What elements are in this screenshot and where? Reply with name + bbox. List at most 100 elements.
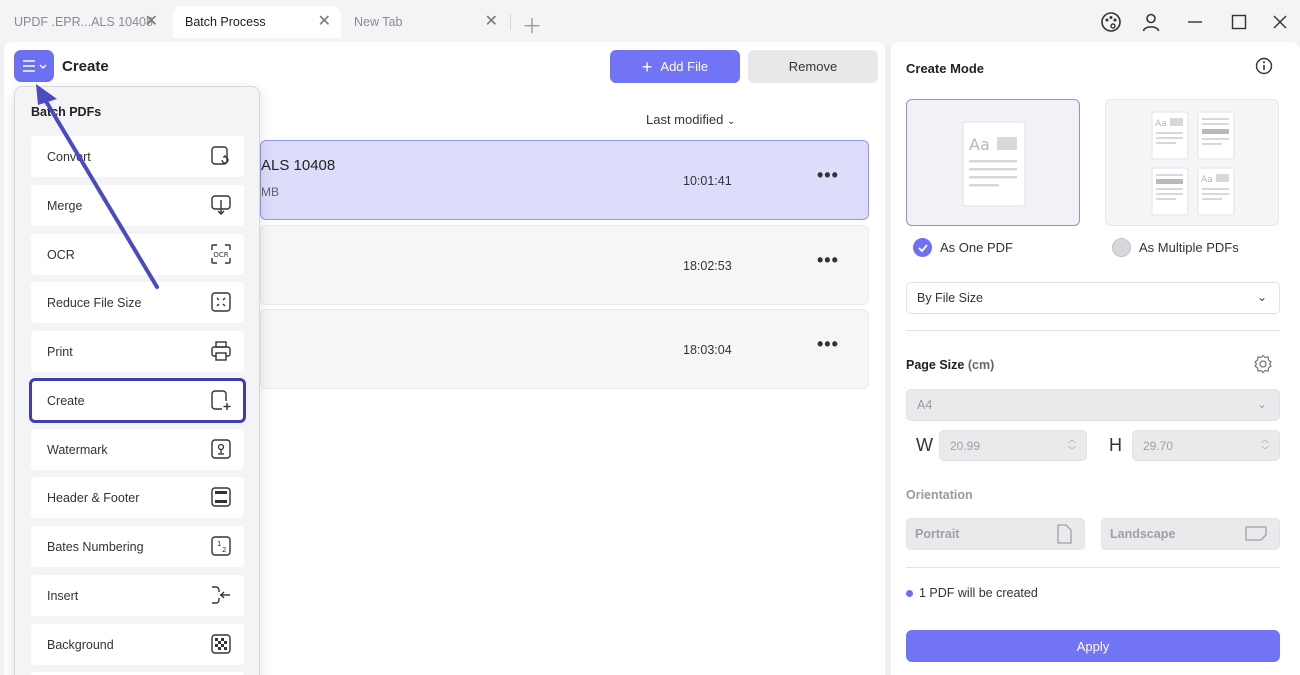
menu-item-label: Header & Footer — [47, 490, 140, 505]
page-size-unit: (cm) — [967, 358, 995, 372]
created-text: 1 PDF will be created — [919, 586, 1038, 600]
menu-item-print[interactable]: Print — [31, 331, 244, 372]
sort-dropdown[interactable]: Last modified ⌄ — [646, 112, 735, 127]
add-file-button[interactable]: + Add File — [610, 50, 740, 83]
create-icon — [211, 390, 231, 410]
batch-menu-dropdown: Batch PDFs Convert Merge OCR OCR Reduce … — [14, 86, 260, 675]
file-time: 18:02:53 — [683, 259, 732, 273]
menu-item-label: Convert — [47, 149, 91, 164]
menu-item-label: Background — [47, 637, 114, 652]
plus-icon: + — [641, 56, 653, 77]
as-one-pdf-card[interactable]: Aa — [906, 99, 1080, 226]
portrait-button[interactable]: Portrait — [906, 518, 1085, 550]
svg-text:Aa: Aa — [1155, 119, 1167, 129]
height-input[interactable]: 29.70 ︿ ﹀ — [1132, 430, 1280, 461]
multiple-documents-icon: Aa Aa — [1151, 111, 1235, 216]
as-one-pdf-label: As One PDF — [940, 240, 1013, 255]
menu-item-merge[interactable]: Merge — [31, 185, 244, 226]
tab-separator — [510, 14, 511, 30]
chevron-down-icon: ⌄ — [726, 116, 736, 127]
menu-item-reduce-file-size[interactable]: Reduce File Size — [31, 282, 244, 323]
menu-item-bates-numbering[interactable]: Bates Numbering 12 — [31, 526, 244, 567]
palette-icon[interactable] — [1096, 8, 1126, 36]
menu-item-insert[interactable]: Insert — [31, 575, 244, 616]
status-dot-icon — [906, 589, 913, 597]
file-size: MB — [261, 185, 279, 199]
landscape-page-icon — [1245, 526, 1267, 541]
menu-item-label: Reduce File Size — [47, 295, 142, 310]
chevron-down-icon: ⌄ — [1256, 397, 1267, 411]
menu-item-label: Insert — [47, 588, 79, 603]
close-window-icon[interactable] — [1265, 8, 1295, 36]
stepper-icon[interactable]: ︿ ﹀ — [1261, 434, 1269, 456]
create-mode-panel: Create Mode Aa Aa Aa As One PDF As Multi… — [891, 42, 1300, 675]
width-input[interactable]: 20.99 ︿ ﹀ — [939, 430, 1087, 461]
maximize-icon[interactable] — [1224, 8, 1254, 36]
width-value: 20.99 — [950, 438, 981, 453]
menu-item-header-footer[interactable]: Header & Footer — [31, 477, 244, 518]
merge-icon — [211, 195, 231, 215]
printer-icon — [211, 341, 231, 361]
user-icon[interactable] — [1136, 8, 1166, 36]
created-count-text: 1 PDF will be created — [906, 586, 1038, 600]
info-icon[interactable] — [1255, 57, 1273, 75]
menu-item-background[interactable]: Background — [31, 624, 244, 665]
gear-icon[interactable] — [1253, 354, 1273, 374]
menu-toggle-button[interactable] — [14, 50, 54, 82]
page-size-value: A4 — [917, 398, 933, 412]
add-file-label: Add File — [660, 59, 709, 74]
remove-button[interactable]: Remove — [748, 50, 878, 83]
menu-item-watermark[interactable]: Watermark — [31, 429, 244, 470]
tab-label: UPDF .EPR...ALS 10408 — [14, 15, 153, 29]
tab-new-tab[interactable]: New Tab ✕ — [342, 6, 508, 38]
more-options-icon[interactable]: ••• — [817, 334, 839, 355]
page-size-label: Page Size (cm) — [906, 358, 994, 372]
landscape-label: Landscape — [1110, 527, 1176, 541]
page-size-select[interactable]: A4 ⌄ — [906, 389, 1280, 421]
menu-item-label: Create — [47, 393, 85, 408]
more-options-icon[interactable]: ••• — [817, 165, 839, 186]
new-tab-plus-icon[interactable]: ＋ — [522, 10, 542, 39]
portrait-page-icon — [1057, 524, 1072, 544]
as-one-pdf-radio[interactable]: As One PDF — [913, 238, 1013, 257]
hamburger-icon — [23, 60, 47, 72]
menu-item-ocr[interactable]: OCR OCR — [31, 234, 244, 275]
menu-item-create[interactable]: Create — [29, 378, 246, 423]
height-label: H — [1109, 435, 1122, 455]
tab-label: Batch Process — [185, 15, 266, 29]
chevron-down-icon: ⌄ — [1256, 290, 1267, 304]
close-icon[interactable]: ✕ — [145, 12, 158, 32]
tab-document[interactable]: UPDF .EPR...ALS 10408 ✕ — [2, 6, 168, 38]
apply-button[interactable]: Apply — [906, 630, 1280, 662]
compress-icon — [211, 292, 231, 312]
watermark-icon — [211, 439, 231, 459]
close-icon[interactable]: ✕ — [485, 12, 498, 32]
close-icon[interactable]: ✕ — [318, 12, 331, 32]
menu-item-convert[interactable]: Convert — [31, 136, 244, 177]
minimize-icon[interactable] — [1180, 8, 1210, 36]
as-multiple-pdfs-label: As Multiple PDFs — [1139, 240, 1239, 255]
orientation-label: Orientation — [906, 488, 973, 502]
landscape-button[interactable]: Landscape — [1101, 518, 1280, 550]
sort-label: Last modified — [646, 112, 724, 127]
svg-text:Aa: Aa — [1201, 175, 1213, 185]
as-multiple-pdfs-card[interactable]: Aa Aa — [1105, 99, 1279, 226]
tab-batch-process[interactable]: Batch Process ✕ — [173, 6, 341, 38]
ocr-icon: OCR — [211, 244, 231, 264]
sort-by-select[interactable]: By File Size ⌄ — [906, 282, 1280, 314]
more-options-icon[interactable]: ••• — [817, 250, 839, 271]
svg-text:2: 2 — [222, 546, 226, 554]
page-title: Create — [62, 58, 109, 75]
file-row[interactable]: 18:03:04 ••• — [260, 309, 869, 389]
divider — [906, 330, 1280, 331]
file-row[interactable]: ALS 10408 MB 10:01:41 ••• — [260, 140, 869, 220]
menu-title: Batch PDFs — [31, 105, 102, 119]
file-row[interactable]: 18:02:53 ••• — [260, 225, 869, 305]
stepper-icon[interactable]: ︿ ﹀ — [1068, 434, 1076, 456]
portrait-label: Portrait — [915, 527, 960, 541]
as-multiple-pdfs-radio[interactable]: As Multiple PDFs — [1112, 238, 1239, 257]
svg-text:OCR: OCR — [213, 251, 228, 259]
menu-item-label: Watermark — [47, 442, 108, 457]
file-time: 18:03:04 — [683, 343, 732, 357]
panel-title: Create Mode — [906, 61, 985, 76]
